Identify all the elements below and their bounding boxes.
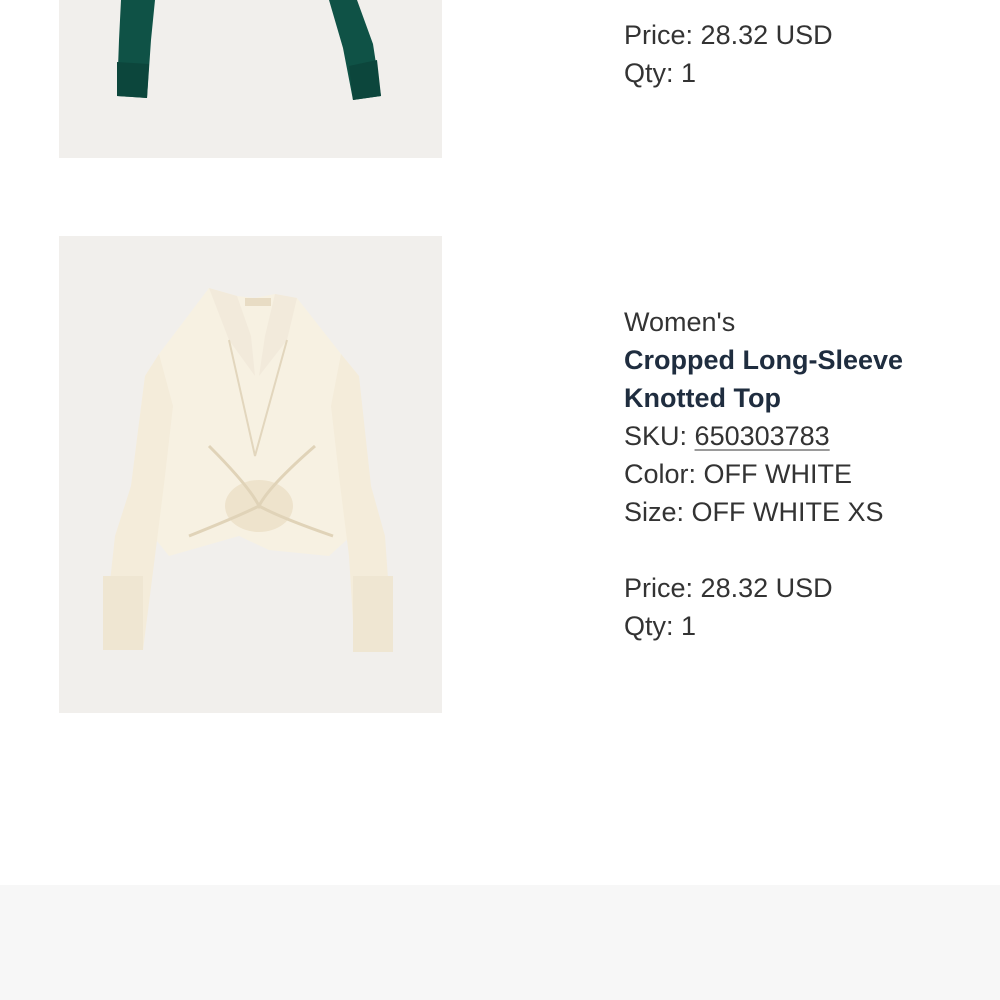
qty-label: Qty: [624, 611, 674, 641]
product-name[interactable]: Cropped Long-Sleeve Knotted Top [624, 341, 984, 417]
details-spacer [624, 531, 984, 569]
page-footer [0, 885, 1000, 1000]
size-line: Size: OFF WHITE XS [624, 493, 984, 531]
color-value: OFF WHITE [703, 459, 853, 489]
price-line: Price: 28.32 USD [624, 16, 984, 54]
color-line: Color: OFF WHITE [624, 455, 984, 493]
price-label: Price: [624, 20, 694, 50]
price-label: Price: [624, 573, 694, 603]
price-value: 28.32 USD [700, 573, 833, 603]
sku-line: SKU: 650303783 [624, 417, 984, 455]
order-items-page: Price: 28.32 USD Qty: 1 Women's Cropped … [0, 0, 1000, 1000]
qty-value: 1 [681, 611, 697, 641]
product-category: Women's [624, 307, 736, 337]
price-line: Price: 28.32 USD [624, 569, 984, 607]
size-value: OFF WHITE XS [691, 497, 884, 527]
qty-line: Qty: 1 [624, 54, 984, 92]
qty-label: Qty: [624, 58, 674, 88]
order-item-details-1: Price: 28.32 USD Qty: 1 [624, 16, 984, 92]
qty-line: Qty: 1 [624, 607, 984, 645]
product-image-knotted-top[interactable] [59, 236, 442, 713]
sku-label: SKU: [624, 421, 688, 451]
green-top-illustration [117, 0, 381, 100]
sku-link[interactable]: 650303783 [695, 421, 830, 451]
product-image-green-top[interactable] [59, 0, 442, 158]
color-label: Color: [624, 459, 697, 489]
price-value: 28.32 USD [700, 20, 833, 50]
knotted-top-illustration [103, 288, 393, 652]
order-item-details-2: Women's Cropped Long-Sleeve Knotted Top … [624, 303, 984, 645]
size-label: Size: [624, 497, 685, 527]
qty-value: 1 [681, 58, 697, 88]
